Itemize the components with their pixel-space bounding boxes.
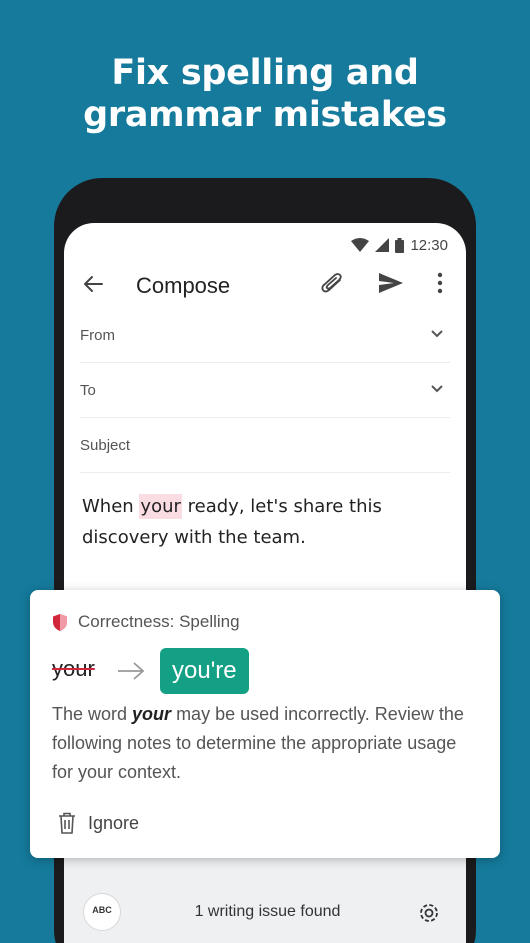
status-time: 12:30 bbox=[410, 236, 448, 254]
subject-label: Subject bbox=[80, 437, 131, 454]
desc-word: your bbox=[132, 704, 172, 724]
app-bar: Compose bbox=[64, 263, 466, 307]
gear-icon[interactable] bbox=[418, 902, 440, 924]
suggestion-button[interactable]: you're bbox=[160, 648, 249, 694]
more-icon[interactable] bbox=[436, 272, 444, 294]
status-bar: 12:30 bbox=[351, 235, 448, 255]
from-label: From bbox=[80, 327, 115, 344]
trash-icon bbox=[59, 812, 75, 834]
arrow-right-icon bbox=[118, 662, 145, 680]
issues-count[interactable]: 1 writing issue found bbox=[140, 903, 395, 921]
suggestion-description: The word your may be used incorrectly. R… bbox=[52, 700, 482, 787]
compose-title: Compose bbox=[136, 273, 231, 298]
ignore-button[interactable]: Ignore bbox=[58, 812, 139, 834]
suggestion-card: Correctness: Spelling your you're The wo… bbox=[30, 590, 500, 858]
attach-icon[interactable] bbox=[320, 272, 346, 296]
abc-label: ABC bbox=[92, 905, 112, 915]
category-label: Correctness: Spelling bbox=[78, 612, 240, 631]
abc-button[interactable]: ABC bbox=[83, 893, 121, 931]
chevron-down-icon[interactable] bbox=[430, 384, 444, 394]
wrong-word: your bbox=[52, 656, 95, 681]
wifi-icon bbox=[351, 238, 370, 252]
to-field[interactable]: To bbox=[80, 364, 450, 418]
bottom-bar bbox=[64, 850, 466, 943]
headline-line-1: Fix spelling and bbox=[111, 53, 419, 93]
headline-line-2: grammar mistakes bbox=[83, 95, 447, 135]
to-label: To bbox=[80, 382, 96, 399]
chevron-down-icon[interactable] bbox=[430, 329, 444, 339]
ignore-label: Ignore bbox=[88, 812, 140, 833]
message-body[interactable]: When your ready, let's share this discov… bbox=[82, 491, 452, 553]
desc-before: The word bbox=[52, 704, 133, 724]
headline: Fix spelling and grammar mistakes bbox=[0, 52, 530, 136]
from-field[interactable]: From bbox=[80, 309, 450, 363]
signal-icon bbox=[375, 238, 390, 252]
highlighted-word[interactable]: your bbox=[139, 494, 182, 519]
subject-field[interactable]: Subject bbox=[80, 419, 450, 473]
message-text-before: When bbox=[82, 496, 140, 517]
battery-icon bbox=[395, 237, 405, 253]
suggestion-category: Correctness: Spelling bbox=[52, 612, 240, 632]
back-arrow-icon[interactable] bbox=[82, 273, 104, 295]
send-icon[interactable] bbox=[378, 271, 404, 295]
shield-icon bbox=[53, 613, 67, 631]
